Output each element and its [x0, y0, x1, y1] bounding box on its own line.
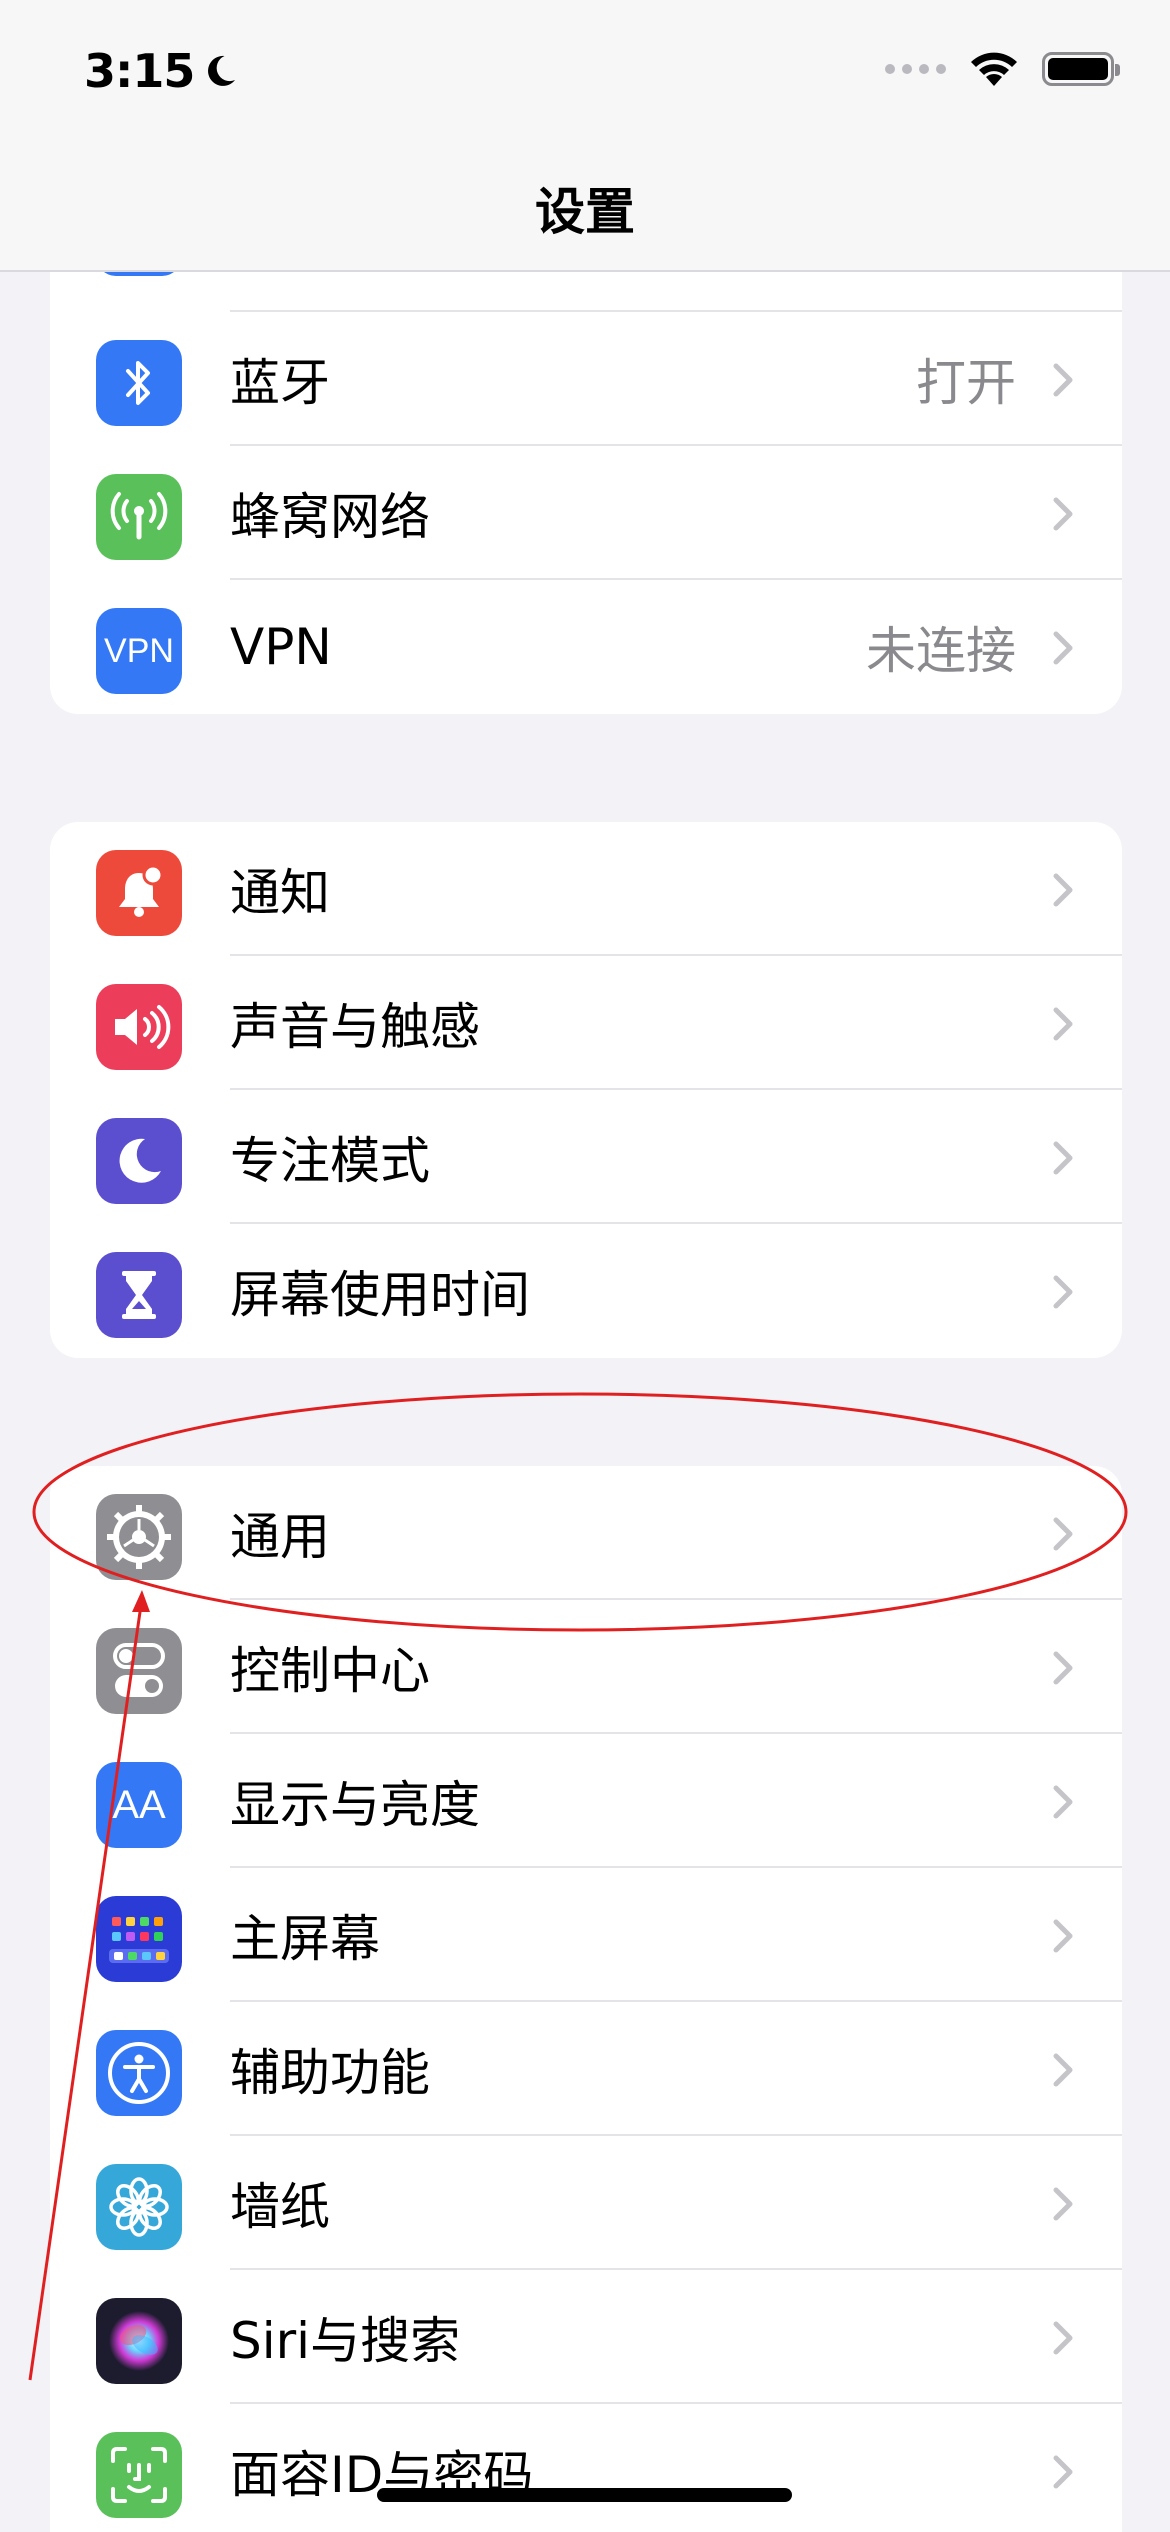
row-value: 打开	[916, 354, 1016, 412]
text-size-icon: AA	[96, 1762, 182, 1848]
settings-row-notifications[interactable]: 通知	[50, 822, 1122, 956]
row-label: 墙纸	[230, 2178, 330, 2236]
settings-row-face-id[interactable]: 面容ID与密码	[50, 2404, 1122, 2532]
row-label: 面容ID与密码	[230, 2446, 534, 2504]
chevron-right-icon	[1053, 1651, 1073, 1685]
chevron-right-icon	[1053, 1007, 1073, 1041]
settings-row-focus[interactable]: 专注模式	[50, 1090, 1122, 1224]
hourglass-icon	[96, 1252, 182, 1338]
do-not-disturb-moon-icon	[208, 55, 236, 86]
row-label: Siri与搜索	[230, 2312, 461, 2370]
chevron-right-icon	[1053, 873, 1073, 907]
row-label: 屏幕使用时间	[230, 1266, 530, 1324]
settings-row-accessibility[interactable]: 辅助功能	[50, 2002, 1122, 2136]
settings-row-wallpaper[interactable]: 墙纸	[50, 2136, 1122, 2270]
settings-row-general[interactable]: 通用	[50, 1466, 1122, 1600]
row-label: 控制中心	[230, 1642, 430, 1700]
row-label: VPN	[230, 618, 332, 676]
settings-group-general: 通用 控制中心 AA 显示与亮度 主屏幕 辅助功能 墙纸 Siri与搜索 面容I…	[50, 1466, 1122, 2532]
settings-row-bluetooth[interactable]: 蓝牙 打开	[50, 312, 1122, 446]
chevron-right-icon	[1053, 2455, 1073, 2489]
status-time: 3:15	[84, 44, 238, 98]
toggles-icon	[96, 1628, 182, 1714]
settings-row-screen-time[interactable]: 屏幕使用时间	[50, 1224, 1122, 1358]
gear-icon	[96, 1494, 182, 1580]
settings-row-control-center[interactable]: 控制中心	[50, 1600, 1122, 1734]
accessibility-icon	[96, 2030, 182, 2116]
row-label: 显示与亮度	[230, 1776, 480, 1834]
chevron-right-icon	[1053, 1275, 1073, 1309]
status-indicators	[885, 50, 1120, 88]
settings-group-notifications: 通知 声音与触感 专注模式 屏幕使用时间	[50, 822, 1122, 1358]
bluetooth-icon	[96, 340, 182, 426]
row-label: 通知	[230, 864, 330, 922]
row-label: 辅助功能	[230, 2044, 430, 2102]
settings-row-cellular[interactable]: 蜂窝网络	[50, 446, 1122, 580]
notification-bell-icon	[96, 850, 182, 936]
settings-row-sounds[interactable]: 声音与触感	[50, 956, 1122, 1090]
face-id-icon	[96, 2432, 182, 2518]
settings-row-display[interactable]: AA 显示与亮度	[50, 1734, 1122, 1868]
chevron-right-icon	[1053, 2187, 1073, 2221]
settings-row-siri[interactable]: Siri与搜索	[50, 2270, 1122, 2404]
row-label: 蓝牙	[230, 354, 330, 412]
chevron-right-icon	[1053, 1141, 1073, 1175]
speaker-icon	[96, 984, 182, 1070]
chevron-right-icon	[1053, 2053, 1073, 2087]
chevron-right-icon	[1053, 1785, 1073, 1819]
navigation-bar: 3:15 设置	[0, 0, 1170, 272]
vpn-icon: VPN	[96, 608, 182, 694]
chevron-right-icon	[1053, 2321, 1073, 2355]
row-label: 专注模式	[230, 1132, 430, 1190]
chevron-right-icon	[1053, 1919, 1073, 1953]
row-label: 蜂窝网络	[230, 488, 430, 546]
row-label: 通用	[230, 1508, 330, 1566]
wifi-icon	[971, 52, 1017, 86]
row-value: 未连接	[866, 622, 1016, 680]
settings-row-vpn[interactable]: VPN VPN 未连接	[50, 580, 1122, 714]
cellular-icon	[96, 474, 182, 560]
settings-group-connectivity: 蓝牙 打开 蜂窝网络 VPN VPN 未连接	[50, 230, 1122, 714]
settings-row-home-screen[interactable]: 主屏幕	[50, 1868, 1122, 2002]
chevron-right-icon	[1053, 363, 1073, 397]
chevron-right-icon	[1053, 631, 1073, 665]
chevron-right-icon	[1053, 1517, 1073, 1551]
home-screen-icon	[96, 1896, 182, 1982]
wallpaper-flower-icon	[96, 2164, 182, 2250]
moon-icon	[96, 1118, 182, 1204]
clock-text: 3:15	[84, 44, 195, 98]
signal-icon	[885, 64, 946, 74]
row-label: 声音与触感	[230, 998, 480, 1056]
row-label: 主屏幕	[230, 1910, 380, 1968]
home-indicator[interactable]	[377, 2488, 792, 2502]
page-title: 设置	[535, 183, 635, 241]
siri-icon	[96, 2298, 182, 2384]
battery-icon	[1042, 52, 1120, 86]
chevron-right-icon	[1053, 497, 1073, 531]
